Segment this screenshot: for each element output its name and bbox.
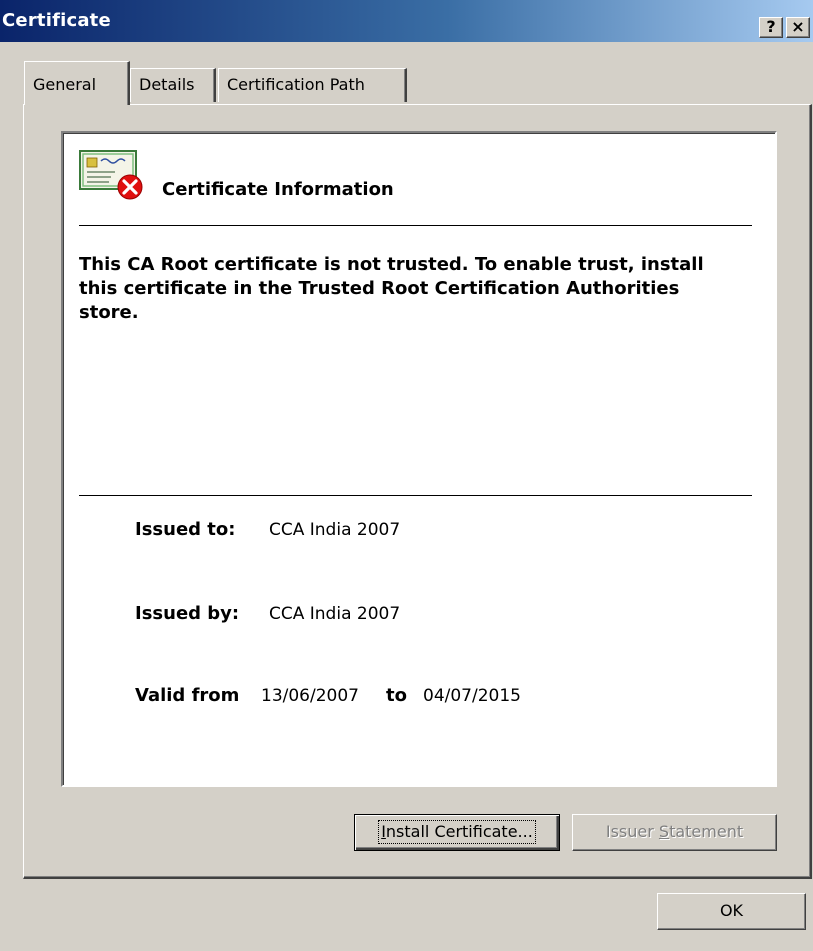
close-button[interactable]: × (786, 17, 810, 38)
issuer-label-rest: tatement (669, 822, 744, 841)
divider (79, 495, 752, 496)
focus-rectangle: Install Certificate... (378, 820, 536, 844)
window-title: Certificate (2, 10, 111, 31)
valid-to-label: to (386, 685, 407, 706)
certificate-error-icon (79, 150, 143, 200)
issued-to-value: CCA India 2007 (269, 520, 401, 540)
issued-to-label: Issued to: (135, 519, 236, 540)
issuer-accelerator: S (658, 822, 670, 841)
install-certificate-button[interactable]: Install Certificate... (354, 814, 560, 851)
issuer-statement-button: Issuer Statement (572, 814, 777, 851)
issuer-label-prefix: Issuer (605, 822, 659, 841)
ok-button[interactable]: OK (657, 893, 806, 930)
tab-general[interactable]: General (24, 61, 130, 105)
title-bar[interactable]: Certificate ? × (0, 0, 813, 42)
issued-by-value: CCA India 2007 (269, 604, 401, 624)
certificate-dialog: Certificate ? × General Details Certific… (0, 0, 813, 951)
trust-warning-text: This CA Root certificate is not trusted.… (79, 254, 704, 323)
valid-from-value: 13/06/2007 (261, 686, 359, 706)
divider (79, 225, 752, 226)
tab-certification-path[interactable]: Certification Path (218, 68, 407, 102)
certificate-info-box: Certificate Information This CA Root cer… (61, 131, 777, 787)
tab-details[interactable]: Details (130, 68, 216, 102)
valid-from-label: Valid from (135, 685, 240, 706)
certificate-info-title: Certificate Information (162, 179, 394, 200)
general-tab-panel: Certificate Information This CA Root cer… (23, 104, 812, 879)
issued-by-label: Issued by: (135, 603, 240, 624)
install-label-rest: nstall Certificate... (385, 822, 533, 841)
valid-to-value: 04/07/2015 (423, 686, 521, 706)
help-button[interactable]: ? (759, 17, 783, 38)
